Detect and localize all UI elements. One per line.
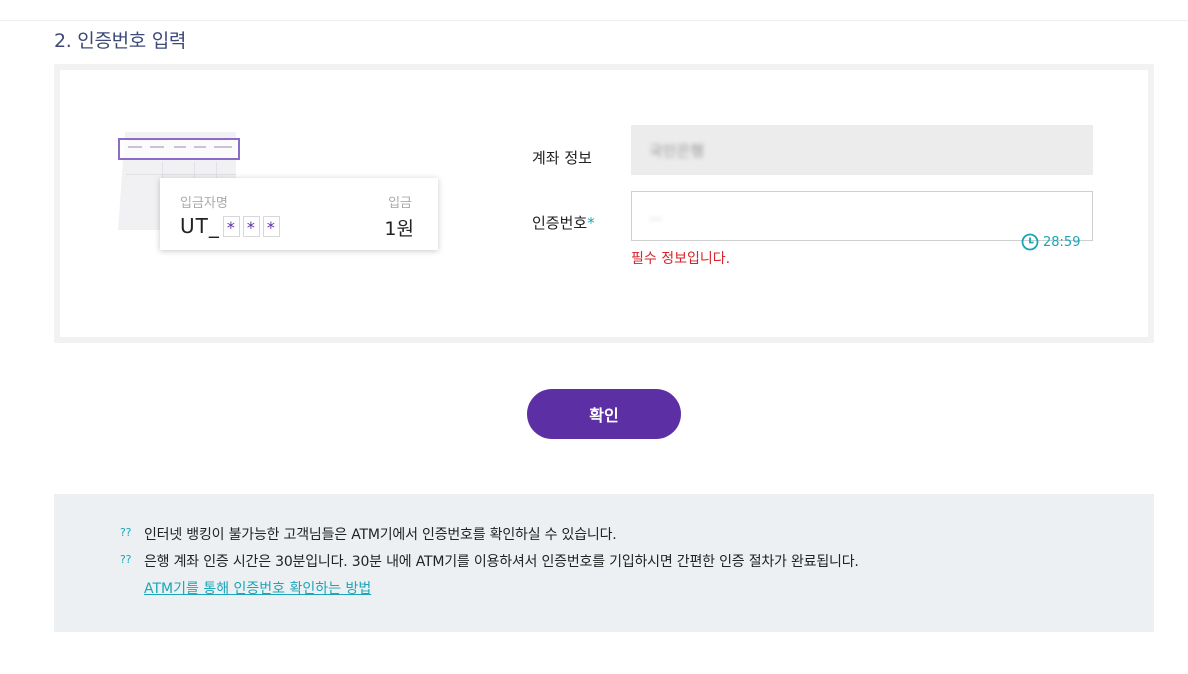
deposit-illustration: 입금자명 입금 UT_ * * * 1원 xyxy=(114,126,444,261)
highlight-cell xyxy=(174,146,186,148)
deposit-amount: 1원 xyxy=(384,218,414,240)
account-info-value: 국민은행 xyxy=(649,141,705,160)
depositor-code: UT_ * * * xyxy=(180,214,280,238)
verification-form-box: 입금자명 입금 UT_ * * * 1원 계좌 정보 국민은행 인증번호* ..… xyxy=(54,64,1154,343)
highlight-cell xyxy=(194,146,206,148)
deposit-example-card: 입금자명 입금 UT_ * * * 1원 xyxy=(160,178,438,250)
verification-code-label: 인증번호* xyxy=(532,212,595,233)
info-text: 은행 계좌 인증 시간은 30분입니다. 30분 내에 ATM기를 이용하셔서 … xyxy=(144,554,859,570)
masked-char-box: * xyxy=(262,215,280,237)
top-divider xyxy=(0,20,1188,21)
verification-form: 입금자명 입금 UT_ * * * 1원 계좌 정보 국민은행 인증번호* ..… xyxy=(60,70,1148,337)
atm-guide-link[interactable]: ATM기를 통해 인증번호 확인하는 방법 xyxy=(144,578,371,598)
highlight-cell xyxy=(150,146,164,148)
clock-icon xyxy=(1021,233,1039,251)
masked-char-box: * xyxy=(222,215,240,237)
verification-code-value: ... xyxy=(649,208,663,224)
highlight-cell xyxy=(128,146,142,148)
sheet-line xyxy=(126,174,236,175)
code-prefix: UT_ xyxy=(180,214,220,238)
section-title: 2. 인증번호 입력 xyxy=(54,30,187,52)
highlight-cell xyxy=(214,146,232,148)
info-line: ?? 은행 계좌 인증 시간은 30분입니다. 30분 내에 ATM기를 이용하… xyxy=(120,551,859,571)
masked-char-box: * xyxy=(242,215,260,237)
info-line: ?? 인터넷 뱅킹이 불가능한 고객님들은 ATM기에서 인증번호를 확인하실 … xyxy=(120,524,617,544)
info-box: ?? 인터넷 뱅킹이 불가능한 고객님들은 ATM기에서 인증번호를 확인하실 … xyxy=(54,494,1154,632)
statement-highlight-row xyxy=(118,138,240,160)
account-info-field: 국민은행 xyxy=(631,125,1093,175)
required-mark: * xyxy=(587,214,595,232)
depositor-name-label: 입금자명 xyxy=(180,196,228,211)
deposit-label: 입금 xyxy=(388,196,412,211)
confirm-button[interactable]: 확인 xyxy=(527,389,681,439)
bullet-mark: ?? xyxy=(120,553,132,566)
countdown-timer: 28:59 xyxy=(1021,233,1080,251)
required-error-message: 필수 정보입니다. xyxy=(631,251,731,267)
verification-code-label-text: 인증번호 xyxy=(532,214,588,232)
bullet-mark: ?? xyxy=(120,526,132,539)
info-text: 인터넷 뱅킹이 불가능한 고객님들은 ATM기에서 인증번호를 확인하실 수 있… xyxy=(144,527,617,543)
account-info-label: 계좌 정보 xyxy=(532,149,592,167)
timer-value: 28:59 xyxy=(1043,234,1081,250)
